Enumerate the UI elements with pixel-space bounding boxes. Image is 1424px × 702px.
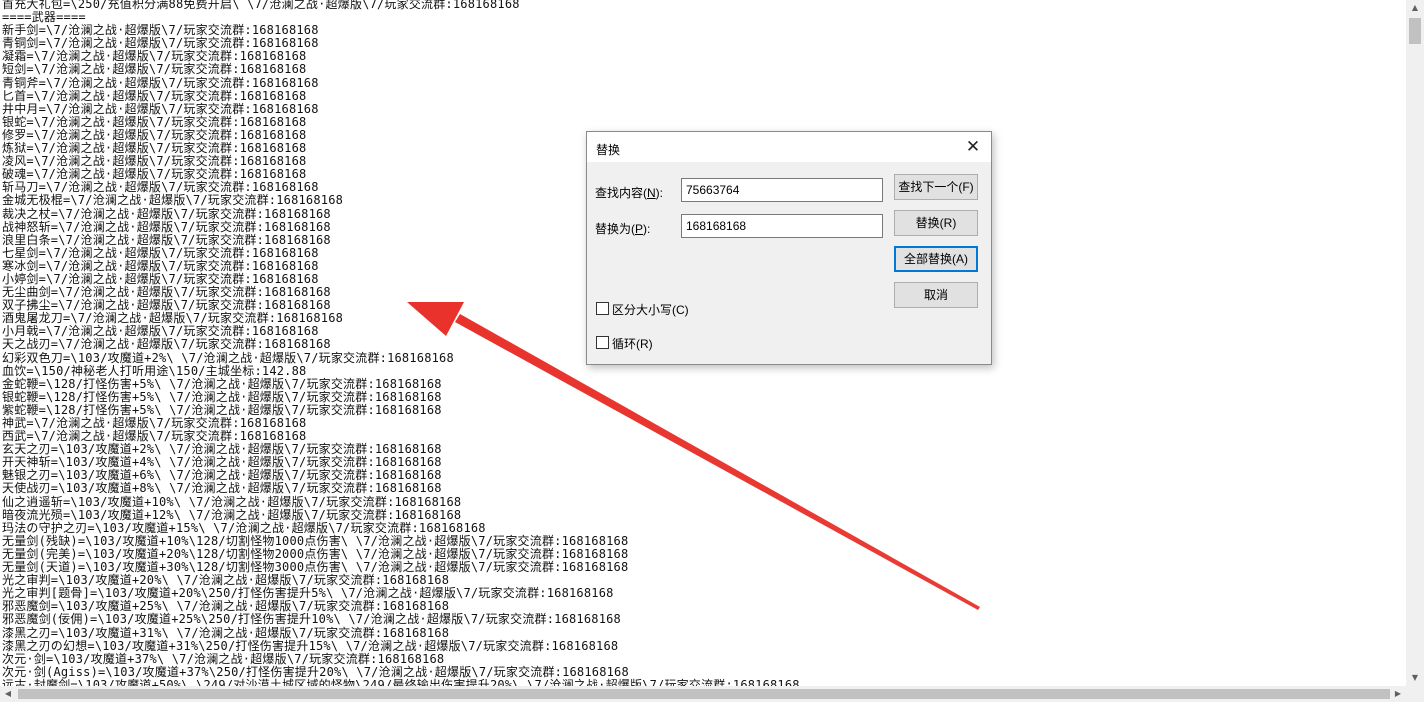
editor-line: 次元·剑=\103/攻魔道+37%\ \7/沧澜之战·超爆版\7/玩家交流群:1… (2, 651, 445, 666)
wrap-around-checkbox[interactable] (596, 336, 609, 349)
editor-line: 银蛇=\7/沧澜之战·超爆版\7/玩家交流群:168168168 (2, 114, 307, 129)
editor-line: 天使战刃=\103/攻魔道+8%\ \7/沧澜之战·超爆版\7/玩家交流群:16… (2, 481, 442, 496)
editor-line: 短剑=\7/沧澜之战·超爆版\7/玩家交流群:168168168 (2, 62, 307, 77)
match-case-checkbox[interactable] (596, 302, 609, 315)
editor-line: 井中月=\7/沧澜之战·超爆版\7/玩家交流群:168168168 (2, 101, 319, 116)
scroll-left-icon[interactable]: ◀ (0, 686, 16, 702)
editor-line: 玛法の守护之刃=\103/攻魔道+15%\ \7/沧澜之战·超爆版\7/玩家交流… (2, 520, 486, 535)
editor-line: 次元·剑(Agiss)=\103/攻魔道+37%\250/打怪伤害提升20%\ … (2, 664, 629, 679)
editor-line: 匕首=\7/沧澜之战·超爆版\7/玩家交流群:168168168 (2, 88, 307, 103)
editor-line: 首充大礼包=\250/充值积分满88免费开启\ \7/沧澜之战·超爆版\7/玩家… (2, 0, 520, 11)
match-case-label: 区分大小写(C) (612, 303, 689, 317)
editor-line: 银蛇鞭=\128/打怪伤害+5%\ \7/沧澜之战·超爆版\7/玩家交流群:16… (2, 389, 442, 404)
horizontal-scroll-thumb[interactable] (18, 689, 1390, 699)
vertical-scrollbar[interactable]: ▲ ▼ (1406, 0, 1424, 686)
scrollbar-corner (1406, 686, 1424, 702)
editor-line: 无量剑(残缺)=\103/攻魔道+10%\128/切割怪物1000点伤害\ \7… (2, 533, 629, 548)
editor-line: 血饮=\150/神秘老人打听用途\150/主城坐标:142.88 (2, 363, 307, 378)
editor-line: 金蛇鞭=\128/打怪伤害+5%\ \7/沧澜之战·超爆版\7/玩家交流群:16… (2, 376, 442, 391)
vertical-scroll-thumb[interactable] (1409, 18, 1421, 44)
editor-line: 漆黑之刃=\103/攻魔道+31%\ \7/沧澜之战·超爆版\7/玩家交流群:1… (2, 625, 450, 640)
replace-with-input[interactable]: 168168168 (681, 214, 883, 238)
replace-all-button[interactable]: 全部替换(A) (894, 246, 978, 272)
replace-dialog: 替换 ✕ 查找内容(N): 75663764 替换为(P): 168168168… (586, 131, 992, 365)
replace-button[interactable]: 替换(R) (894, 210, 978, 236)
editor-line: 暗夜流光殒=\103/攻魔道+12%\ \7/沧澜之战·超爆版\7/玩家交流群:… (2, 507, 462, 522)
replace-with-label: 替换为(P): (595, 222, 651, 236)
horizontal-scrollbar[interactable]: ◀ ▶ (0, 686, 1406, 702)
wrap-around-label: 循环(R) (612, 337, 653, 351)
dialog-titlebar[interactable]: 替换 ✕ (587, 132, 991, 162)
editor-line: 漆黑之刃の幻想=\103/攻魔道+31%\250/打怪伤害提升15%\ \7/沧… (2, 638, 619, 653)
dialog-title: 替换 (596, 143, 621, 157)
editor-line: 邪恶魔剑(佞佣)=\103/攻魔道+25%\250/打怪伤害提升10%\ \7/… (2, 612, 621, 627)
editor-line: 青铜斧=\7/沧澜之战·超爆版\7/玩家交流群:168168168 (2, 75, 319, 90)
find-what-input[interactable]: 75663764 (681, 178, 883, 202)
find-next-button[interactable]: 查找下一个(F) (894, 174, 978, 200)
scroll-down-icon[interactable]: ▼ (1406, 670, 1424, 686)
cancel-button[interactable]: 取消 (894, 282, 978, 308)
close-icon[interactable]: ✕ (961, 136, 985, 158)
scroll-right-icon[interactable]: ▶ (1390, 686, 1406, 702)
scroll-up-icon[interactable]: ▲ (1406, 0, 1424, 16)
find-what-label: 查找内容(N): (595, 186, 664, 200)
editor-line: 仙之逍遥斩=\103/攻魔道+10%\ \7/沧澜之战·超爆版\7/玩家交流群:… (2, 494, 462, 509)
editor-line: 远古·封魔剑=\103/攻魔道+50%\ \249/对沙漠土城区域的怪物\249… (2, 677, 800, 686)
